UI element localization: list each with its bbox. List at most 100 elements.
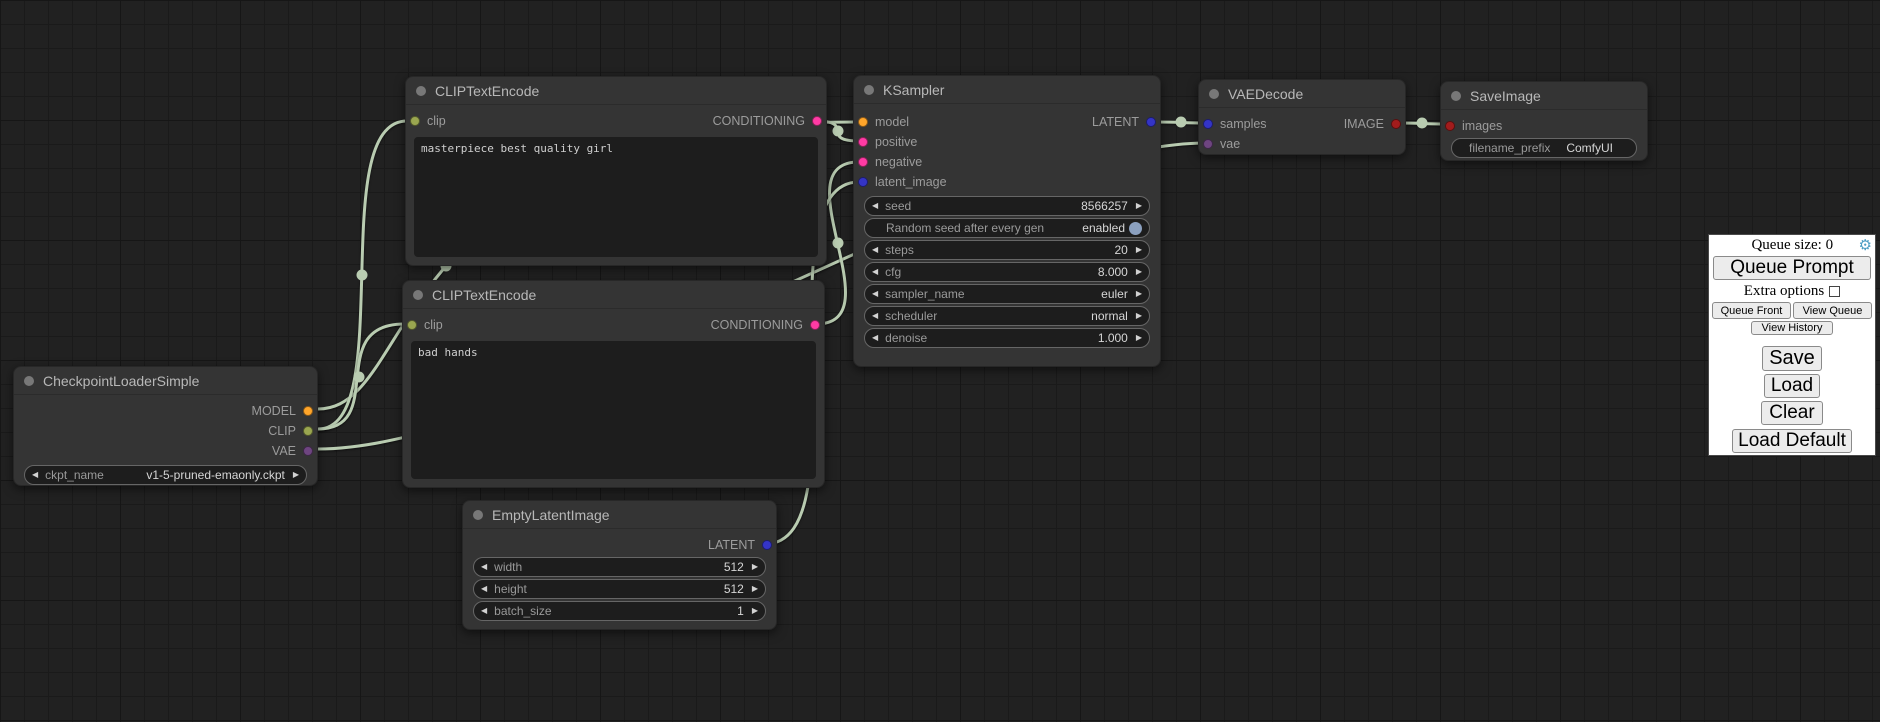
input-label: clip xyxy=(424,318,443,332)
node-vae-decode[interactable]: VAEDecode samples IMAGE vae xyxy=(1198,79,1406,155)
collapse-dot-icon[interactable] xyxy=(1209,89,1219,99)
clip-input-port[interactable] xyxy=(407,320,417,330)
increment-arrow-icon[interactable]: ▶ xyxy=(1136,290,1142,298)
decrement-arrow-icon[interactable]: ◀ xyxy=(481,607,487,615)
latent-output-port[interactable] xyxy=(762,540,772,550)
decrement-arrow-icon[interactable]: ◀ xyxy=(481,585,487,593)
node-checkpoint-loader[interactable]: CheckpointLoaderSimple MODEL CLIP VAE xyxy=(13,366,318,486)
increment-arrow-icon[interactable]: ▶ xyxy=(1136,268,1142,276)
collapse-dot-icon[interactable] xyxy=(1451,91,1461,101)
decrement-arrow-icon[interactable]: ◀ xyxy=(481,563,487,571)
node-title-bar[interactable]: CLIPTextEncode xyxy=(403,281,824,309)
link-midpoint-dot xyxy=(1176,117,1187,128)
increment-arrow-icon[interactable]: ▶ xyxy=(1136,312,1142,320)
negative-input-port[interactable] xyxy=(858,157,868,167)
view-queue-button[interactable]: View Queue xyxy=(1793,302,1872,319)
node-save-image[interactable]: SaveImage images filename_prefix ComfyUI xyxy=(1440,81,1648,161)
widget-value: v1-5-pruned-emaonly.ckpt xyxy=(146,468,285,482)
collapse-dot-icon[interactable] xyxy=(473,510,483,520)
queue-size-label: Queue size: 0 xyxy=(1712,237,1859,254)
latent-image-input-port[interactable] xyxy=(858,177,868,187)
width-widget[interactable]: ◀ width 512 ▶ xyxy=(473,557,766,577)
increment-arrow-icon[interactable]: ▶ xyxy=(752,585,758,593)
prompt-textarea[interactable]: bad hands xyxy=(411,341,816,479)
node-graph-canvas[interactable]: CheckpointLoaderSimple MODEL CLIP VAE xyxy=(0,0,1880,722)
node-title-bar[interactable]: CheckpointLoaderSimple xyxy=(14,367,317,395)
cfg-widget[interactable]: ◀ cfg 8.000 ▶ xyxy=(864,262,1150,282)
widget-value: ComfyUI xyxy=(1566,141,1613,155)
vae-input-port[interactable] xyxy=(1203,139,1213,149)
load-button[interactable]: Load xyxy=(1764,374,1820,398)
increment-arrow-icon[interactable]: ▶ xyxy=(752,563,758,571)
height-widget[interactable]: ◀ height 512 ▶ xyxy=(473,579,766,599)
denoise-widget[interactable]: ◀ denoise 1.000 ▶ xyxy=(864,328,1150,348)
conditioning-output-port[interactable] xyxy=(810,320,820,330)
view-history-button[interactable]: View History xyxy=(1751,321,1833,335)
samples-input-port[interactable] xyxy=(1203,119,1213,129)
collapse-dot-icon[interactable] xyxy=(416,86,426,96)
batch-size-widget[interactable]: ◀ batch_size 1 ▶ xyxy=(473,601,766,621)
widget-label: ckpt_name xyxy=(45,468,104,482)
clear-button[interactable]: Clear xyxy=(1761,401,1823,425)
latent-output-port[interactable] xyxy=(1146,117,1156,127)
widget-label: sampler_name xyxy=(885,287,964,301)
collapse-dot-icon[interactable] xyxy=(864,85,874,95)
load-default-button[interactable]: Load Default xyxy=(1732,429,1852,453)
extra-options-checkbox[interactable] xyxy=(1829,286,1840,297)
output-label: CLIP xyxy=(268,424,296,438)
node-title-bar[interactable]: CLIPTextEncode xyxy=(406,77,826,105)
prompt-textarea[interactable]: masterpiece best quality girl xyxy=(414,137,818,257)
collapse-dot-icon[interactable] xyxy=(413,290,423,300)
queue-front-button[interactable]: Queue Front xyxy=(1712,302,1791,319)
image-output-port[interactable] xyxy=(1391,119,1401,129)
decrement-arrow-icon[interactable]: ◀ xyxy=(872,290,878,298)
collapse-dot-icon[interactable] xyxy=(24,376,34,386)
conditioning-output-port[interactable] xyxy=(812,116,822,126)
widget-label: steps xyxy=(885,243,914,257)
output-label: CONDITIONING xyxy=(711,318,803,332)
widget-value: 512 xyxy=(724,582,744,596)
decrement-arrow-icon[interactable]: ◀ xyxy=(872,246,878,254)
ckpt-name-widget[interactable]: ◀ ckpt_name v1-5-pruned-emaonly.ckpt ▶ xyxy=(24,465,307,485)
node-title-bar[interactable]: SaveImage xyxy=(1441,82,1647,110)
widget-label: height xyxy=(494,582,527,596)
widget-label: cfg xyxy=(885,265,901,279)
clip-output-port[interactable] xyxy=(303,426,313,436)
scheduler-widget[interactable]: ◀ scheduler normal ▶ xyxy=(864,306,1150,326)
decrement-arrow-icon[interactable]: ◀ xyxy=(32,471,38,479)
decrement-arrow-icon[interactable]: ◀ xyxy=(872,202,878,210)
positive-input-port[interactable] xyxy=(858,137,868,147)
toggle-dot-icon[interactable] xyxy=(1129,222,1142,235)
model-output-port[interactable] xyxy=(303,406,313,416)
queue-prompt-button[interactable]: Queue Prompt xyxy=(1713,256,1871,280)
save-button[interactable]: Save xyxy=(1762,346,1822,371)
increment-arrow-icon[interactable]: ▶ xyxy=(1136,202,1142,210)
decrement-arrow-icon[interactable]: ◀ xyxy=(872,268,878,276)
seed-widget[interactable]: ◀ seed 8566257 ▶ xyxy=(864,196,1150,216)
link-clip-to-negative-encode xyxy=(318,324,404,429)
increment-arrow-icon[interactable]: ▶ xyxy=(1136,334,1142,342)
node-title-bar[interactable]: EmptyLatentImage xyxy=(463,501,776,529)
output-label: CONDITIONING xyxy=(713,114,805,128)
increment-arrow-icon[interactable]: ▶ xyxy=(1136,246,1142,254)
node-empty-latent-image[interactable]: EmptyLatentImage LATENT ◀ width 512 ▶ ◀ … xyxy=(462,500,777,630)
node-clip-text-encode-negative[interactable]: CLIPTextEncode clip CONDITIONING bad han… xyxy=(402,280,825,488)
increment-arrow-icon[interactable]: ▶ xyxy=(752,607,758,615)
sampler-name-widget[interactable]: ◀ sampler_name euler ▶ xyxy=(864,284,1150,304)
decrement-arrow-icon[interactable]: ◀ xyxy=(872,312,878,320)
steps-widget[interactable]: ◀ steps 20 ▶ xyxy=(864,240,1150,260)
node-title: SaveImage xyxy=(1470,88,1541,104)
node-title-bar[interactable]: VAEDecode xyxy=(1199,80,1405,108)
vae-output-port[interactable] xyxy=(303,446,313,456)
increment-arrow-icon[interactable]: ▶ xyxy=(293,471,299,479)
model-input-port[interactable] xyxy=(858,117,868,127)
images-input-port[interactable] xyxy=(1445,121,1455,131)
node-clip-text-encode-positive[interactable]: CLIPTextEncode clip CONDITIONING masterp… xyxy=(405,76,827,266)
clip-input-port[interactable] xyxy=(410,116,420,126)
node-title-bar[interactable]: KSampler xyxy=(854,76,1160,104)
random-seed-toggle-widget[interactable]: Random seed after every gen enabled xyxy=(864,218,1150,238)
settings-gear-icon[interactable]: ⚙ xyxy=(1859,238,1872,253)
filename-prefix-widget[interactable]: filename_prefix ComfyUI xyxy=(1451,138,1637,158)
node-ksampler[interactable]: KSampler model LATENT positive xyxy=(853,75,1161,367)
decrement-arrow-icon[interactable]: ◀ xyxy=(872,334,878,342)
